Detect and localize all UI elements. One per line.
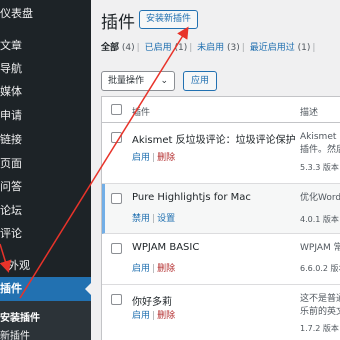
sidebar-item-media[interactable]: 媒体 (0, 80, 91, 104)
plugin-name: Akismet 反垃圾评论：垃圾评论保护 (132, 135, 296, 146)
row-actions: 禁用 | 设置 (132, 214, 176, 224)
page-title: 插件 (101, 13, 135, 33)
sidebar-item-comments[interactable]: 评论 (0, 222, 91, 246)
sidebar-item-label: 论坛 (0, 204, 22, 217)
main-content: 插件 安装新插件 全部 (4) | 已启用 (1) | 未启用 (3) | 最近启用过… (91, 0, 340, 340)
sidebar-item-pages[interactable]: 页面 (0, 152, 91, 176)
activate-link[interactable]: 启用 (132, 311, 150, 321)
table-header: 插件 描述 (102, 97, 340, 123)
sidebar-item-label: 链接 (0, 133, 22, 146)
column-header-plugin: 插件 (132, 108, 151, 118)
delete-link[interactable]: 删除 (157, 264, 175, 274)
sidebar-item-label: 文章 (0, 39, 22, 52)
filter-active[interactable]: 已启用 (145, 43, 172, 53)
filter-inactive[interactable]: 未启用 (197, 43, 224, 53)
column-header-description: 描述 (300, 108, 319, 118)
description-line: 乐前的英文 (300, 307, 340, 317)
bulk-actions-select[interactable]: 批量操作 ⌄ (101, 71, 175, 91)
plugin-version: 6.6.0.2 版本 (300, 264, 340, 273)
filter-count: (4) (121, 43, 135, 53)
sidebar-item-label: 外观 (8, 259, 30, 272)
sidebar-item-qa[interactable]: 问答 (0, 175, 91, 199)
delete-link[interactable]: 删除 (157, 153, 175, 163)
sidebar-item-plugins[interactable]: 插件 (0, 277, 91, 301)
row-checkbox[interactable] (111, 294, 122, 305)
sidebar-item-label: 申请 (0, 109, 22, 122)
description-line: 优化Wordi (300, 193, 340, 203)
plugin-version: 4.0.1 版本 (300, 215, 339, 224)
activate-link[interactable]: 启用 (132, 153, 150, 163)
description-line: 这不是普通 (300, 294, 340, 304)
add-new-plugin-button[interactable]: 安装新插件 (139, 10, 199, 29)
row-checkbox[interactable] (111, 132, 122, 143)
filter-recently-active[interactable]: 最近启用过 (250, 43, 295, 53)
table-row: WPJAM BASIC 启用|删除 WPJAM 常 6.6.0.2 版本 (102, 234, 340, 285)
bulk-actions-value: 批量操作 (108, 76, 145, 86)
sidebar-item-label: 仪表盘 (0, 7, 33, 20)
filter-all[interactable]: 全部 (101, 43, 119, 53)
plugin-version: 1.7.2 版本 (300, 324, 339, 333)
submenu-installed-plugins[interactable]: 安装插件 (0, 309, 40, 324)
plugin-description: WPJAM 常 (300, 242, 340, 255)
apply-button[interactable]: 应用 (183, 71, 217, 91)
sidebar-item-posts[interactable]: 文章 (0, 34, 91, 58)
description-line: Akismet 已 (300, 132, 340, 142)
sidebar-item-label: 评论 (0, 227, 22, 240)
plugin-name: WPJAM BASIC (132, 242, 200, 253)
row-actions: 启用 | 删除 (132, 153, 176, 163)
activate-link[interactable]: 启用 (132, 264, 150, 274)
filter-count: (1) (174, 43, 188, 53)
sidebar-item-dashboard[interactable]: 仪表盘 (0, 2, 91, 26)
sidebar-item-label: 插件 (0, 282, 22, 295)
status-filters: 全部 (4) | 已启用 (1) | 未启用 (3) | 最近启用过 (1) | (101, 43, 316, 53)
plugins-table: 插件 描述 Akismet 反垃圾评论：垃圾评论保护 启用 | 删除 Akismet… (101, 96, 340, 340)
select-all-checkbox[interactable] (111, 104, 122, 115)
sidebar-item-label: 媒体 (0, 85, 22, 98)
settings-link[interactable]: 设置 (157, 214, 175, 224)
deactivate-link[interactable]: 禁用 (132, 214, 150, 224)
sidebar-item-appearance[interactable]: 外观 (0, 254, 91, 278)
table-row: Akismet 反垃圾评论：垃圾评论保护 启用|删除 Akismet 已 插件。… (102, 123, 340, 184)
sidebar-item-forum[interactable]: 论坛 (0, 199, 91, 223)
plugin-name: 你好多莉 (132, 297, 172, 308)
row-actions: 启用 | 删除 (132, 264, 176, 274)
row-checkbox[interactable] (111, 193, 122, 204)
plugin-description: 优化Wordi (300, 192, 340, 205)
sidebar-item-links[interactable]: 链接 (0, 128, 91, 152)
table-row: 你好多莉 启用|删除 这不是普通 乐前的英文 1.7.2 版本 (102, 285, 340, 340)
sidebar-item-label: 导航 (0, 62, 22, 75)
sidebar-item-applications[interactable]: 申请 (0, 104, 91, 128)
plugin-version: 5.3.3 版本 (300, 163, 339, 172)
filter-count: (1) (297, 43, 311, 53)
sidebar-item-label: 问答 (0, 180, 22, 193)
description-line: 插件。然后 (300, 145, 340, 155)
admin-sidebar: 仪表盘 文章 导航 媒体 申请 链接 页面 问答 论坛 评论 外观 插件 安装插… (0, 0, 91, 340)
description-line: WPJAM 常 (300, 243, 340, 253)
delete-link[interactable]: 删除 (157, 311, 175, 321)
submenu-add-new[interactable]: 新插件 (0, 327, 30, 340)
sidebar-submenu: 安装插件 新插件 (0, 301, 91, 340)
filter-count: (3) (227, 43, 240, 53)
row-actions: 启用 | 删除 (132, 311, 176, 321)
row-checkbox[interactable] (111, 243, 122, 254)
plugin-description: Akismet 已 插件。然后 (300, 131, 340, 157)
plugin-description: 这不是普通 乐前的英文 (300, 293, 340, 319)
table-row: Pure Highlightjs for Mac 禁用 | 设置 优化Wordi 4… (102, 184, 340, 234)
chevron-down-icon: ⌄ (160, 76, 168, 86)
sidebar-item-label: 页面 (0, 157, 22, 170)
sidebar-item-navigation[interactable]: 导航 (0, 57, 91, 81)
plugin-name: Pure Highlightjs for Mac (132, 192, 251, 203)
